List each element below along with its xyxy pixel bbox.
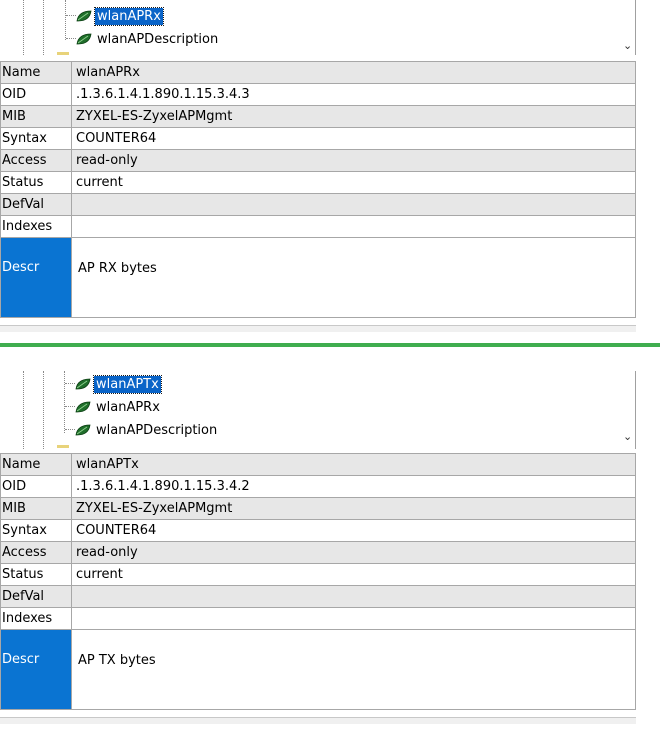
- tree-node-wlanAPDescription[interactable]: wlanAPDescription: [75, 420, 219, 440]
- prop-value-indexes[interactable]: [71, 607, 636, 630]
- tree-guide-line: [64, 371, 65, 433]
- mib-tree[interactable]: wlanAPRx wlanAPDescription ⌄: [0, 0, 636, 55]
- horizontal-scrollbar[interactable]: [0, 717, 636, 724]
- chevron-down-icon[interactable]: ⌄: [623, 40, 632, 51]
- tree-node-wlanAPRx[interactable]: wlanAPRx: [75, 397, 162, 417]
- prop-value-name[interactable]: wlanAPRx: [71, 61, 636, 84]
- prop-value-status[interactable]: current: [71, 563, 636, 586]
- prop-value-syntax[interactable]: COUNTER64: [71, 127, 636, 150]
- properties-table: Name wlanAPRx OID .1.3.6.1.4.1.890.1.15.3.…: [0, 61, 636, 318]
- mib-tree[interactable]: wlanAPTx wlanAPRx wlanAPDescription ⌄: [0, 371, 636, 449]
- tree-guide-line: [65, 0, 66, 40]
- prop-value-mib[interactable]: ZYXEL-ES-ZyxelAPMgmt: [71, 105, 636, 128]
- leaf-icon: [75, 424, 91, 436]
- tree-guide-line: [43, 0, 44, 55]
- tree-node-wlanAPDescription[interactable]: wlanAPDescription: [76, 29, 220, 49]
- prop-key-syntax: Syntax: [0, 519, 72, 542]
- leaf-icon: [75, 401, 91, 413]
- prop-key-mib: MIB: [0, 497, 72, 520]
- leaf-icon: [75, 378, 91, 390]
- prop-value-indexes[interactable]: [71, 215, 636, 238]
- chevron-down-icon[interactable]: ⌄: [623, 431, 632, 442]
- properties-table: Name wlanAPTx OID .1.3.6.1.4.1.890.1.15.3.…: [0, 453, 636, 710]
- divider: [0, 343, 660, 347]
- prop-value-access[interactable]: read-only: [71, 541, 636, 564]
- prop-value-mib[interactable]: ZYXEL-ES-ZyxelAPMgmt: [71, 497, 636, 520]
- prop-key-descr: Descr: [0, 629, 72, 710]
- prop-key-access: Access: [0, 541, 72, 564]
- prop-value-descr[interactable]: AP RX bytes: [71, 237, 636, 318]
- tree-connector: [65, 429, 75, 430]
- tree-scrollbar[interactable]: ⌄: [621, 0, 635, 55]
- prop-value-access[interactable]: read-only: [71, 149, 636, 172]
- tree-item-peek: [57, 445, 69, 448]
- prop-value-name[interactable]: wlanAPTx: [71, 453, 636, 476]
- tree-guide-line: [23, 371, 24, 449]
- prop-key-oid: OID: [0, 475, 72, 498]
- leaf-icon: [76, 33, 92, 45]
- mib-panel-top: wlanAPRx wlanAPDescription ⌄ Name wlanAPR…: [0, 0, 636, 332]
- prop-value-defval[interactable]: [71, 585, 636, 608]
- tree-connector: [65, 406, 75, 407]
- tree-node-label: wlanAPRx: [94, 6, 164, 26]
- tree-connector: [66, 38, 76, 39]
- prop-value-descr[interactable]: AP TX bytes: [71, 629, 636, 710]
- prop-key-access: Access: [0, 149, 72, 172]
- prop-key-status: Status: [0, 171, 72, 194]
- tree-connector: [66, 15, 76, 16]
- prop-key-descr: Descr: [0, 237, 72, 318]
- tree-node-wlanAPTx[interactable]: wlanAPTx: [75, 374, 162, 394]
- tree-guide-line: [23, 0, 24, 55]
- leaf-icon: [76, 10, 92, 22]
- prop-key-defval: DefVal: [0, 193, 72, 216]
- prop-key-mib: MIB: [0, 105, 72, 128]
- tree-node-label: wlanAPRx: [96, 399, 160, 415]
- prop-value-status[interactable]: current: [71, 171, 636, 194]
- tree-node-wlanAPRx[interactable]: wlanAPRx: [76, 6, 164, 26]
- prop-key-indexes: Indexes: [0, 607, 72, 630]
- tree-node-label: wlanAPTx: [93, 374, 162, 394]
- tree-node-label: wlanAPDescription: [96, 422, 218, 438]
- prop-value-oid[interactable]: .1.3.6.1.4.1.890.1.15.3.4.3: [71, 83, 636, 106]
- prop-key-name: Name: [0, 453, 72, 476]
- prop-value-defval[interactable]: [71, 193, 636, 216]
- prop-key-oid: OID: [0, 83, 72, 106]
- tree-scrollbar[interactable]: ⌄: [621, 371, 635, 449]
- prop-value-oid[interactable]: .1.3.6.1.4.1.890.1.15.3.4.2: [71, 475, 636, 498]
- prop-key-indexes: Indexes: [0, 215, 72, 238]
- horizontal-scrollbar[interactable]: [0, 325, 636, 332]
- tree-item-peek: [57, 52, 69, 55]
- tree-connector: [65, 383, 75, 384]
- tree-node-label: wlanAPDescription: [97, 31, 219, 47]
- prop-key-defval: DefVal: [0, 585, 72, 608]
- mib-panel-bottom: wlanAPTx wlanAPRx wlanAPDescription ⌄ Na…: [0, 371, 636, 724]
- tree-guide-line: [43, 371, 44, 449]
- prop-key-name: Name: [0, 61, 72, 84]
- prop-key-syntax: Syntax: [0, 127, 72, 150]
- prop-key-status: Status: [0, 563, 72, 586]
- prop-value-syntax[interactable]: COUNTER64: [71, 519, 636, 542]
